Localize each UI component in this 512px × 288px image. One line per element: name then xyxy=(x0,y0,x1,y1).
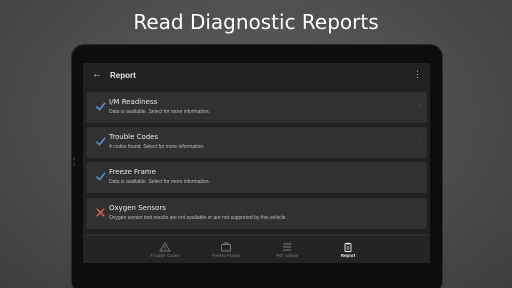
nav-tab-trouble-codes[interactable]: Trouble Codes xyxy=(134,236,196,263)
nav-tab-freeze-frame[interactable]: Freeze Frame xyxy=(195,236,257,263)
page-title: Report xyxy=(110,71,136,80)
card-title: Freeze Frame xyxy=(109,168,156,176)
chevron-right-icon: › xyxy=(419,173,422,180)
error-x-icon xyxy=(96,208,105,217)
bottom-navigation: Trouble Codes Freeze Frame PID Values Re… xyxy=(83,235,430,263)
nav-label: Trouble Codes xyxy=(150,253,180,258)
camera-dot xyxy=(73,157,75,160)
card-title: Oxygen Sensors xyxy=(109,204,166,212)
report-card-trouble-codes[interactable]: Trouble Codes 4 codes found. Select for … xyxy=(86,127,427,158)
card-description: 4 codes found. Select for more informati… xyxy=(109,144,205,150)
arrow-back-icon[interactable]: ← xyxy=(92,69,102,80)
more-vert-icon[interactable]: ⋮ xyxy=(413,69,422,79)
warning-icon xyxy=(159,242,171,252)
app-bar: ← Report ⋮ xyxy=(83,63,430,89)
card-description: Data is available. Select for more infor… xyxy=(109,179,210,185)
report-card-im-readiness[interactable]: I/M Readiness Data is available. Select … xyxy=(86,92,427,123)
nav-tab-report[interactable]: Report xyxy=(317,236,379,263)
list-icon xyxy=(283,243,291,251)
chevron-right-icon: › xyxy=(419,103,422,110)
check-icon xyxy=(96,137,106,146)
card-description: Oxygen sensor test results are not avail… xyxy=(109,215,287,221)
card-title: I/M Readiness xyxy=(109,98,158,106)
headline: Read Diagnostic Reports xyxy=(133,10,379,34)
card-title: Trouble Codes xyxy=(109,133,159,141)
nav-tab-pid-values[interactable]: PID Values xyxy=(256,236,318,263)
freeze-frame-icon xyxy=(221,242,231,252)
check-icon xyxy=(96,172,106,181)
chevron-right-icon: › xyxy=(419,138,422,145)
clipboard-icon xyxy=(344,242,352,252)
check-icon xyxy=(96,102,106,111)
nav-label: PID Values xyxy=(275,253,299,258)
report-card-freeze-frame[interactable]: Freeze Frame Data is available. Select f… xyxy=(86,162,427,193)
report-card-oxygen-sensors[interactable]: Oxygen Sensors Oxygen sensor test result… xyxy=(86,198,427,229)
card-description: Data is available. Select for more infor… xyxy=(109,109,210,115)
nav-label: Freeze Frame xyxy=(211,253,241,258)
app-screen: ← Report ⋮ I/M Readiness Data is availab… xyxy=(83,63,430,263)
nav-label: Report xyxy=(340,253,356,258)
camera-dot xyxy=(73,163,75,166)
